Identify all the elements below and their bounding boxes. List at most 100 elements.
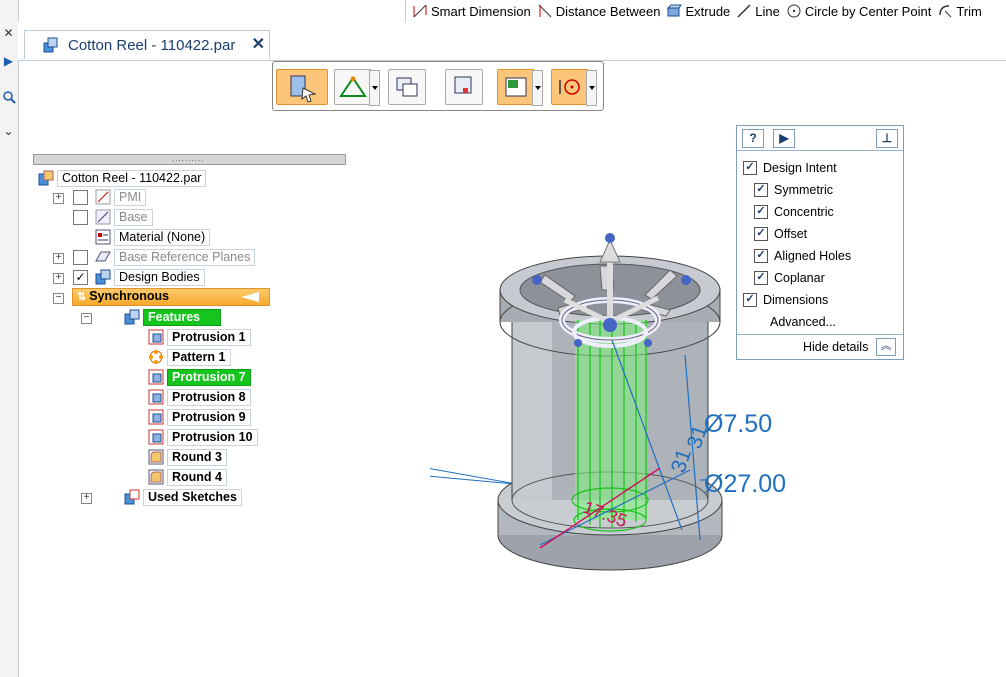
tree-item-protrusion-7[interactable]: Protrusion 7 <box>148 368 251 386</box>
tree-item-used-sketches[interactable]: Used Sketches <box>124 488 242 506</box>
select-tool-button[interactable] <box>276 69 328 105</box>
design-bodies-icon <box>95 269 111 285</box>
document-tab[interactable]: Cotton Reel - 110422.par ✕ <box>24 30 270 59</box>
dimensions-checkbox[interactable]: ✓ <box>743 293 757 307</box>
play-icon[interactable]: ▶ <box>1 54 16 74</box>
search-icon[interactable] <box>1 90 16 110</box>
line-label: Line <box>755 3 780 19</box>
tree-item-base-reference-planes[interactable]: Base Reference Planes <box>95 248 256 266</box>
offset-option[interactable]: ✓ Offset <box>754 226 807 242</box>
offset-checkbox[interactable]: ✓ <box>754 227 768 241</box>
tree-item-protrusion-8[interactable]: Protrusion 8 <box>148 388 251 406</box>
pmi-checkbox[interactable] <box>73 190 88 205</box>
aligned-holes-checkbox[interactable]: ✓ <box>754 249 768 263</box>
box-select-button[interactable] <box>388 69 426 105</box>
planes-icon <box>95 249 111 265</box>
design-intent-toggle[interactable]: ✓ Design Intent <box>743 160 837 176</box>
pattern-icon <box>148 349 164 365</box>
select-tool-icon <box>290 75 317 103</box>
chevron-down-icon[interactable]: ⌄ <box>1 124 16 144</box>
symmetric-option[interactable]: ✓ Symmetric <box>754 182 833 198</box>
round-3-label: Round 3 <box>167 448 227 466</box>
keypoint-button[interactable] <box>551 69 597 106</box>
base-label: Base <box>114 208 153 226</box>
round-icon <box>148 449 164 465</box>
tree-item-features[interactable]: Features <box>124 308 221 326</box>
pathfinder-resize-handle[interactable]: .......... <box>33 154 346 165</box>
tree-item-design-bodies[interactable]: Design Bodies <box>95 268 205 286</box>
hide-details-label: Hide details <box>803 340 869 354</box>
dimensions-option[interactable]: ✓ Dimensions <box>743 292 828 308</box>
axis-knob[interactable] <box>532 275 542 285</box>
tree-item-pmi[interactable]: PMI <box>95 188 147 206</box>
keypoint-icon <box>559 79 580 95</box>
design-intent-checkbox[interactable]: ✓ <box>743 161 757 175</box>
tree-item-synchronous[interactable]: ⇅ Synchronous <box>72 288 270 306</box>
expand-planes-icon[interactable]: + <box>53 253 64 264</box>
expand-design-bodies-icon[interactable]: + <box>53 273 64 284</box>
aligned-holes-option[interactable]: ✓ Aligned Holes <box>754 248 851 264</box>
protrusion-7-label: Protrusion 7 <box>167 368 251 386</box>
play-icon[interactable]: ▶ <box>773 129 795 148</box>
tree-item-round-4[interactable]: Round 4 <box>148 468 227 486</box>
base-checkbox[interactable] <box>73 210 88 225</box>
axis-knob[interactable] <box>605 233 615 243</box>
tree-item-protrusion-10[interactable]: Protrusion 10 <box>148 428 258 446</box>
coplanar-option[interactable]: ✓ Coplanar <box>754 270 825 286</box>
part-file-icon <box>38 170 54 186</box>
face-relate-button[interactable] <box>334 69 380 106</box>
line-button[interactable]: Line <box>736 3 780 19</box>
tree-item-protrusion-9[interactable]: Protrusion 9 <box>148 408 251 426</box>
select-region-button[interactable] <box>445 69 483 105</box>
hide-details-button[interactable]: Hide details ︽ <box>737 334 903 359</box>
select-region-icon <box>454 76 472 94</box>
expand-pmi-icon[interactable]: + <box>53 193 64 204</box>
collapse-synchronous-icon[interactable]: − <box>53 293 64 304</box>
close-icon[interactable]: ✕ <box>1 26 16 46</box>
features-icon <box>124 309 140 325</box>
used-sketches-icon <box>124 489 140 505</box>
protrusion-icon <box>148 429 164 445</box>
pin-icon[interactable]: ⊥ <box>876 129 898 148</box>
circle-center-button[interactable]: Circle by Center Point <box>786 3 931 19</box>
tree-item-round-3[interactable]: Round 3 <box>148 448 227 466</box>
diameter-dim-1[interactable]: Ø7.50 <box>704 410 772 438</box>
model-viewport[interactable]: Ø7.50 Ø27.00 31 31 17.35 <box>430 225 990 585</box>
protrusion-9-label: Protrusion 9 <box>167 408 251 426</box>
close-tab-icon[interactable]: ✕ <box>252 34 265 54</box>
concentric-option[interactable]: ✓ Concentric <box>754 204 834 220</box>
advanced-link[interactable]: Advanced... <box>770 314 836 330</box>
planes-label: Base Reference Planes <box>114 248 256 266</box>
live-rules-dropdown[interactable] <box>532 70 543 106</box>
document-tab-title: Cotton Reel - 110422.par <box>68 36 236 54</box>
part-file-icon <box>43 37 59 53</box>
tree-item-protrusion-1[interactable]: Protrusion 1 <box>148 328 251 346</box>
planes-checkbox[interactable] <box>73 250 88 265</box>
keypoint-dropdown[interactable] <box>586 70 597 106</box>
distance-between-button[interactable]: Distance Between <box>537 3 660 19</box>
expand-used-sketches-icon[interactable]: + <box>81 493 92 504</box>
tree-item-pattern-1[interactable]: Pattern 1 <box>148 348 231 366</box>
tree-item-material[interactable]: Material (None) <box>95 228 211 246</box>
wheel-origin[interactable] <box>603 318 617 332</box>
protrusion-icon <box>148 409 164 425</box>
help-icon[interactable]: ? <box>742 129 764 148</box>
collapse-features-icon[interactable]: − <box>81 313 92 324</box>
symmetric-checkbox[interactable]: ✓ <box>754 183 768 197</box>
concentric-checkbox[interactable]: ✓ <box>754 205 768 219</box>
live-rules-button[interactable] <box>497 69 543 106</box>
face-relate-dropdown[interactable] <box>369 70 380 106</box>
tree-item-base[interactable]: Base <box>95 208 153 226</box>
protrusion-8-label: Protrusion 8 <box>167 388 251 406</box>
extrude-label: Extrude <box>685 3 731 19</box>
diameter-dim-2[interactable]: Ø27.00 <box>704 470 786 498</box>
trim-button[interactable]: Trim <box>937 3 982 19</box>
axis-knob[interactable] <box>681 275 691 285</box>
smart-dimension-button[interactable]: Smart Dimension <box>412 3 531 19</box>
coplanar-checkbox[interactable]: ✓ <box>754 271 768 285</box>
line-icon <box>736 3 752 19</box>
tree-root[interactable]: Cotton Reel - 110422.par <box>38 169 207 187</box>
material-icon <box>95 229 111 245</box>
design-bodies-checkbox[interactable]: ✓ <box>73 270 88 285</box>
extrude-button[interactable]: Extrude <box>666 3 730 19</box>
